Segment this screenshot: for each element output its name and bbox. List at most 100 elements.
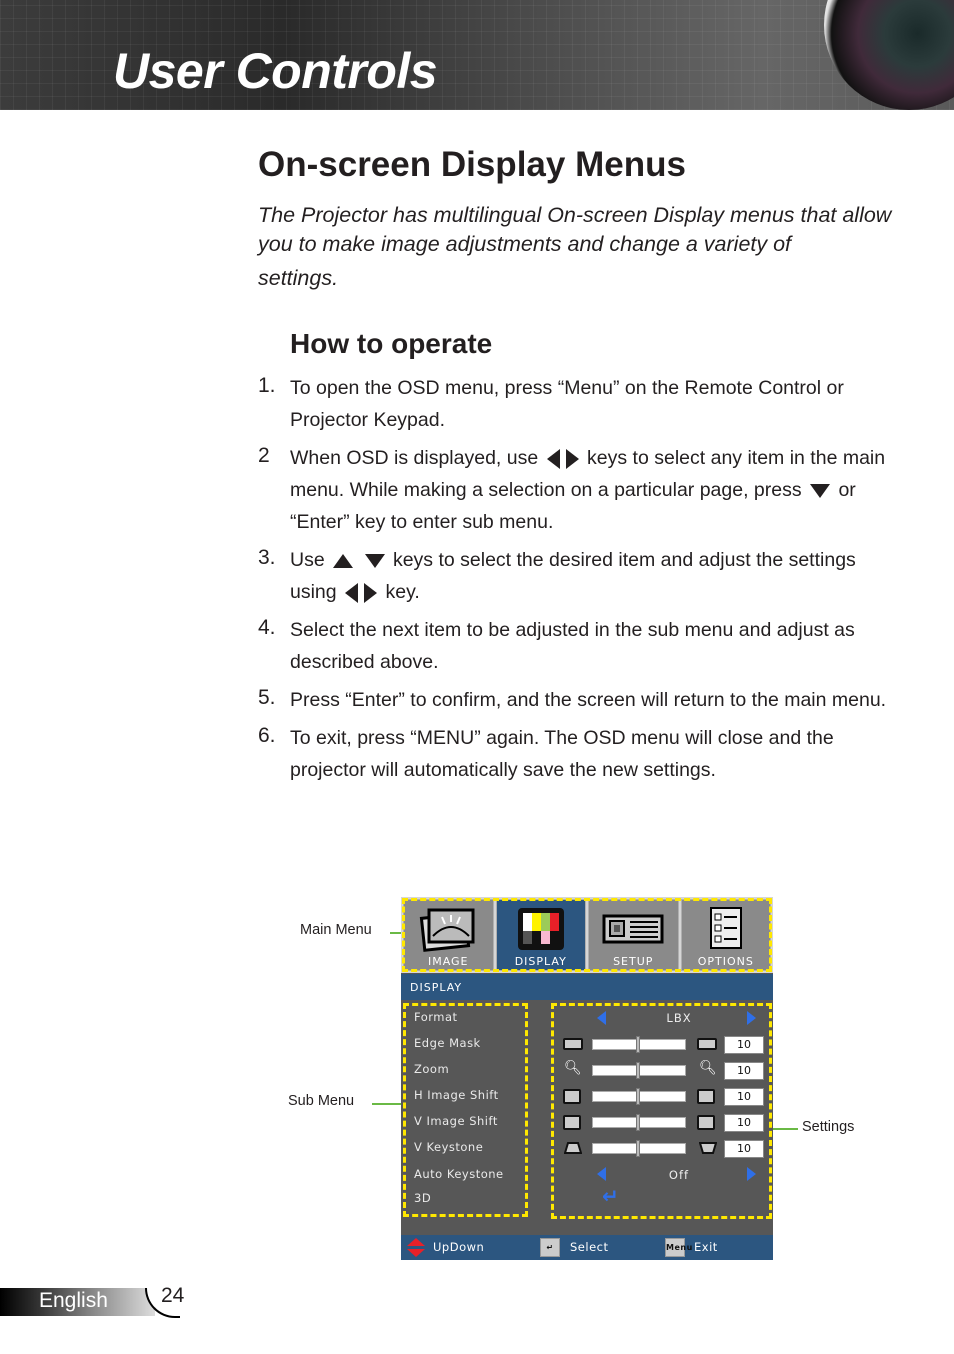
format-value: LBX — [666, 1011, 692, 1025]
step-text: Select the next item to be adjusted in t… — [290, 619, 855, 673]
setting-h-image-shift: 10 — [554, 1086, 769, 1108]
h-image-shift-value: 10 — [724, 1088, 764, 1106]
right-arrow-icon — [565, 448, 579, 469]
setting-v-image-shift: 10 — [554, 1112, 769, 1134]
step-number: 1. — [258, 374, 276, 397]
osd-footer: UpDown ↵ Select Menu Exit — [401, 1235, 773, 1260]
slider-knob[interactable] — [636, 1114, 640, 1131]
updown-icon — [407, 1238, 425, 1257]
tab-label: DISPLAY — [514, 955, 567, 968]
tab-display[interactable]: DISPLAY — [495, 899, 586, 971]
step-text: To open the OSD menu, press “Menu” on th… — [290, 377, 844, 431]
header-banner: User Controls — [0, 0, 954, 110]
right-arrow-icon — [364, 582, 378, 603]
footer-select: Select — [570, 1240, 609, 1254]
menu-key-icon: Menu — [665, 1238, 692, 1257]
footer-exit: Exit — [694, 1240, 718, 1254]
v-shift-up-icon — [697, 1115, 715, 1130]
step-text: key. — [385, 581, 420, 603]
edge-mask-slider[interactable] — [592, 1036, 686, 1053]
v-image-shift-value: 10 — [724, 1114, 764, 1132]
step-item: 2 When OSD is displayed, use keys to sel… — [258, 442, 898, 538]
left-arrow-icon[interactable] — [597, 1011, 606, 1025]
setting-zoom: 🔍︎ 🔍︎ 10 — [554, 1060, 769, 1082]
setting-v-keystone: 10 — [554, 1138, 769, 1160]
step-text: Use — [290, 549, 325, 571]
auto-keystone-value: Off — [668, 1168, 690, 1182]
slider-knob[interactable] — [636, 1036, 640, 1053]
lens-graphic — [824, 0, 954, 110]
tab-label: SETUP — [613, 955, 654, 968]
step-item: 1. To open the OSD menu, press “Menu” on… — [258, 372, 898, 436]
step-item: 5. Press “Enter” to confirm, and the scr… — [258, 684, 898, 716]
section-title: How to operate — [290, 328, 493, 359]
chapter-title: User Controls — [113, 43, 438, 99]
zoom-in-icon: 🔍︎ — [699, 1060, 717, 1076]
display-icon — [517, 908, 564, 950]
sub-item-format[interactable]: Format — [414, 1010, 458, 1024]
setting-edge-mask: 10 — [554, 1034, 769, 1056]
sub-item-edge-mask[interactable]: Edge Mask — [414, 1036, 481, 1050]
tab-label: IMAGE — [427, 955, 469, 968]
page-title: On-screen Display Menus — [258, 145, 686, 184]
left-arrow-icon — [345, 582, 359, 603]
tab-setup[interactable]: SETUP — [588, 899, 679, 971]
h-shift-right-icon — [697, 1089, 715, 1104]
sub-item-zoom[interactable]: Zoom — [414, 1062, 449, 1076]
intro-text: The Projector has multilingual On-screen… — [258, 203, 892, 256]
slider-knob[interactable] — [636, 1062, 640, 1079]
edge-mask-value: 10 — [724, 1036, 764, 1054]
tab-options[interactable]: OPTIONS — [680, 899, 771, 971]
tab-label: OPTIONS — [697, 955, 754, 968]
edge-mask-more-icon — [697, 1038, 717, 1050]
step-number: 5. — [258, 686, 276, 709]
tab-image[interactable]: IMAGE — [403, 899, 494, 971]
left-arrow-icon — [546, 448, 560, 469]
step-number: 2 — [258, 444, 270, 467]
sub-item-h-image-shift[interactable]: H Image Shift — [414, 1088, 499, 1102]
step-number: 6. — [258, 724, 276, 747]
setting-format: LBX — [554, 1009, 769, 1031]
osd-main-menu: IMAGE DISPLAY SETUP OPTIONS — [401, 897, 773, 973]
setting-auto-keystone: Off — [554, 1165, 769, 1187]
step-text: To exit, press “MENU” again. The OSD men… — [290, 727, 834, 781]
sub-item-3d[interactable]: 3D — [414, 1191, 431, 1205]
v-image-shift-slider[interactable] — [592, 1114, 686, 1131]
callout-sub-menu: Sub Menu — [288, 1093, 355, 1109]
down-arrow-icon — [364, 553, 385, 568]
sub-item-v-image-shift[interactable]: V Image Shift — [414, 1114, 498, 1128]
right-arrow-icon[interactable] — [747, 1167, 756, 1181]
intro-text-end: settings. — [258, 266, 339, 290]
callout-settings: Settings — [802, 1119, 855, 1135]
left-arrow-icon[interactable] — [597, 1167, 606, 1181]
enter-icon[interactable]: ↵ — [602, 1184, 619, 1208]
setting-3d: ↵ — [554, 1184, 769, 1208]
osd-section-bar: DISPLAY — [401, 974, 773, 1000]
page-number: 24 — [161, 1284, 185, 1307]
zoom-slider[interactable] — [592, 1062, 686, 1079]
h-shift-left-icon — [563, 1089, 581, 1104]
sub-item-v-keystone[interactable]: V Keystone — [414, 1140, 483, 1154]
image-icon — [420, 908, 475, 952]
h-image-shift-slider[interactable] — [592, 1088, 686, 1105]
v-keystone-slider[interactable] — [592, 1140, 686, 1157]
edge-mask-less-icon — [563, 1038, 583, 1050]
step-item: 6. To exit, press “MENU” again. The OSD … — [258, 722, 898, 786]
right-arrow-icon[interactable] — [747, 1011, 756, 1025]
step-number: 3. — [258, 546, 276, 569]
projector-icon — [602, 914, 664, 944]
slider-knob[interactable] — [636, 1088, 640, 1105]
step-text: When OSD is displayed, use — [290, 447, 539, 469]
osd-settings: LBX 10 🔍︎ 🔍︎ 10 10 10 10 Off ↵ — [551, 1003, 772, 1219]
footer-updown: UpDown — [433, 1240, 485, 1254]
osd-menu: IMAGE DISPLAY SETUP OPTIONS DISPLAY Form… — [401, 897, 773, 1260]
osd-sub-menu: Format Edge Mask Zoom H Image Shift V Im… — [403, 1003, 528, 1217]
zoom-out-icon: 🔍︎ — [564, 1060, 582, 1076]
callout-main-menu: Main Menu — [300, 922, 372, 938]
enter-key-icon: ↵ — [540, 1238, 560, 1257]
slider-knob[interactable] — [636, 1140, 640, 1157]
checklist-icon — [709, 907, 742, 949]
keystone-narrow-top-icon — [564, 1142, 582, 1154]
step-text: Press “Enter” to confirm, and the screen… — [290, 689, 887, 711]
sub-item-auto-keystone[interactable]: Auto Keystone — [414, 1167, 504, 1181]
